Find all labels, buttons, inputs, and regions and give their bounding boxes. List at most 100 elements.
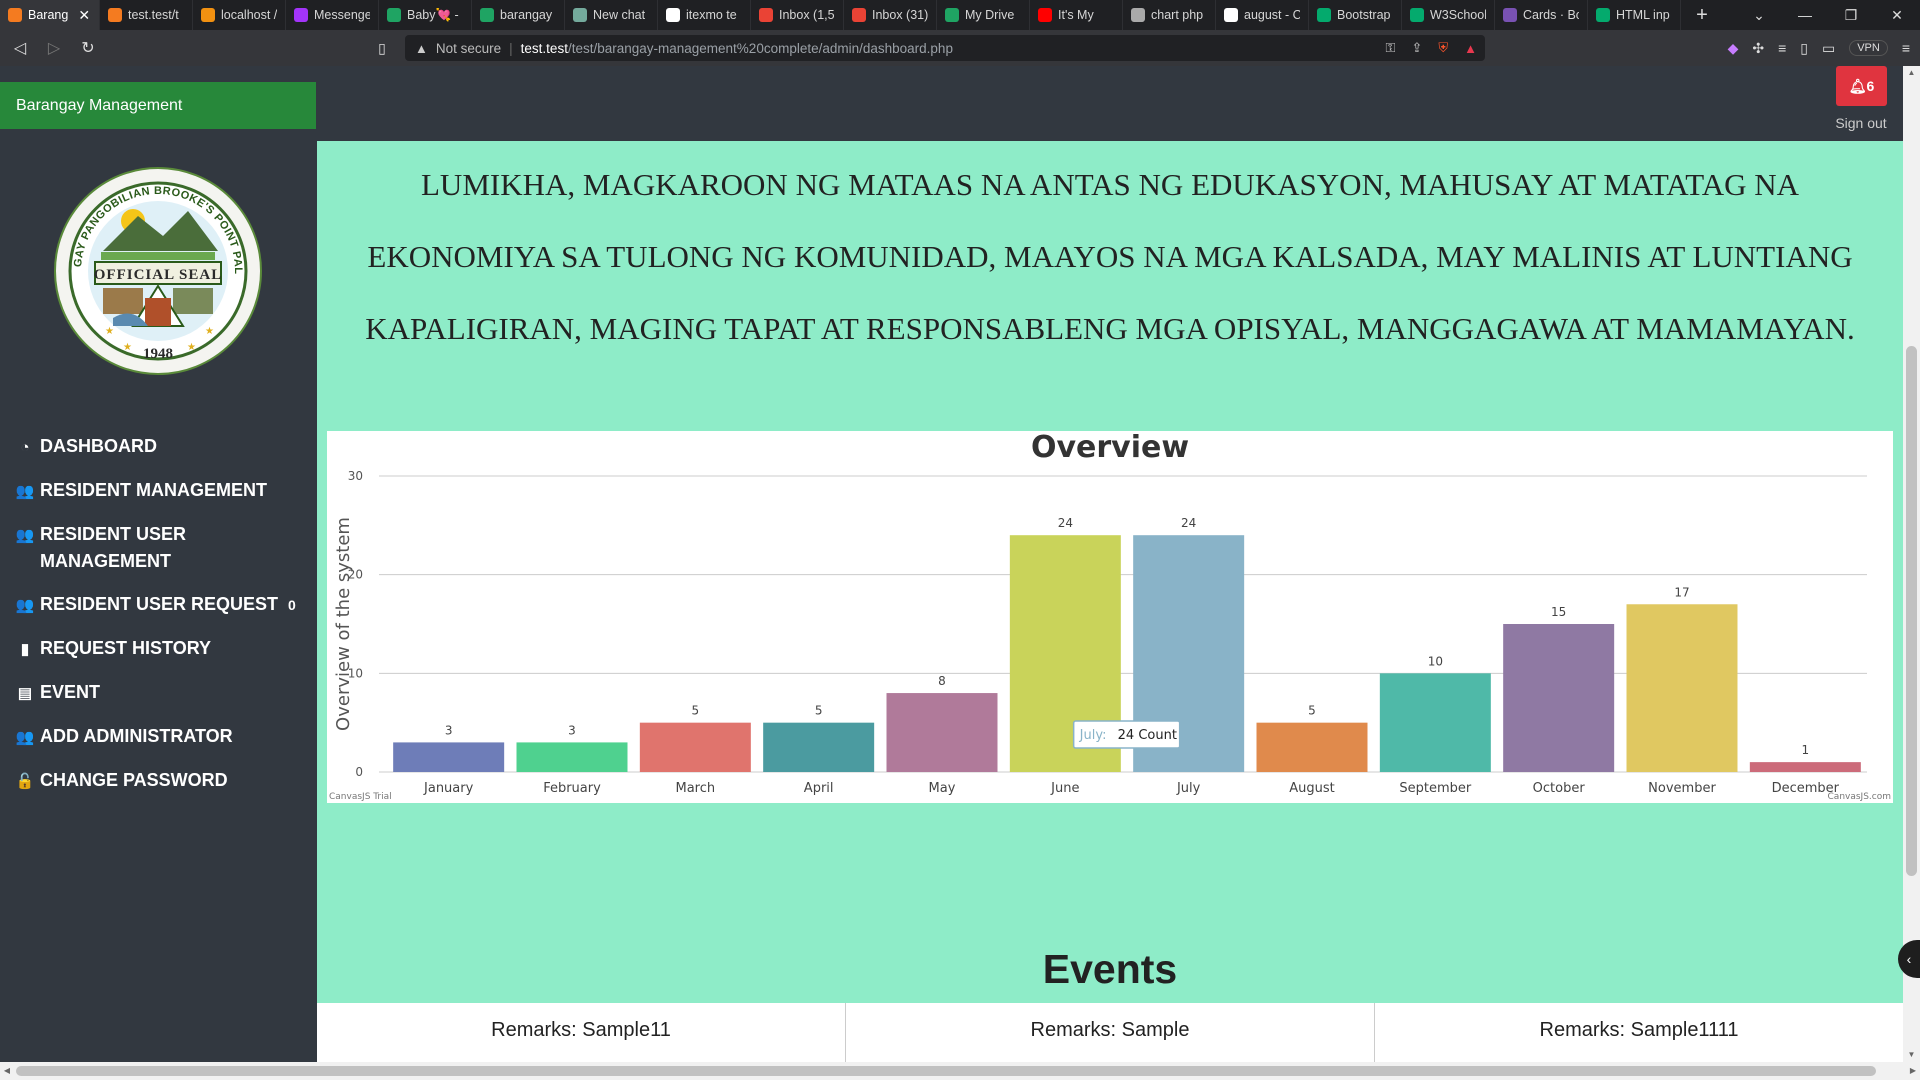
vertical-scroll-thumb[interactable]	[1906, 346, 1917, 876]
sidebar-item-resident-management[interactable]: 👥 RESIDENT MANAGEMENT	[15, 477, 310, 505]
warning-icon[interactable]: ▲	[415, 41, 428, 56]
data-label: 3	[445, 723, 453, 737]
browser-tab[interactable]: Inbox (31)	[844, 0, 937, 30]
extensions-icon[interactable]: ✣	[1752, 40, 1764, 57]
browser-tab[interactable]: My Drive	[937, 0, 1030, 30]
scroll-down-icon[interactable]: ▼	[1903, 1048, 1920, 1062]
tab-title: HTML inp	[1616, 8, 1670, 22]
browser-tab[interactable]: HTML inp	[1588, 0, 1681, 30]
brave-shield-icon[interactable]: ⛨	[1438, 40, 1448, 56]
tab-title: It's My	[1058, 8, 1094, 22]
vpn-button[interactable]: VPN	[1849, 40, 1888, 56]
horizontal-scrollbar[interactable]: ◀ ▶	[0, 1062, 1920, 1080]
chatgpt-icon	[573, 8, 587, 22]
file-icon: ▮	[20, 641, 30, 658]
new-tab-button[interactable]: +	[1687, 4, 1717, 27]
tab-title: Inbox (1,5	[779, 8, 835, 22]
brand-title[interactable]: Barangay Management	[0, 82, 316, 129]
w3schools-icon	[1410, 8, 1424, 22]
minimize-icon[interactable]: —	[1782, 0, 1828, 30]
data-label: 17	[1674, 585, 1689, 599]
sidebar-item-dashboard[interactable]: ◔ DASHBOARD	[15, 433, 310, 461]
sidebar-item-label: RESIDENT USER MANAGEMENT	[40, 524, 187, 571]
xampp-icon	[8, 8, 22, 22]
scroll-right-icon[interactable]: ▶	[1906, 1062, 1920, 1080]
forward-icon[interactable]: ▷	[40, 34, 68, 62]
back-icon[interactable]: ◁	[6, 34, 34, 62]
menu-icon[interactable]: ≡	[1902, 40, 1910, 56]
horizontal-scroll-thumb[interactable]	[16, 1066, 1876, 1076]
browser-tab[interactable]: Inbox (1,5	[751, 0, 844, 30]
sidebar-item-resident-user-management[interactable]: 👥 RESIDENT USER MANAGEMENT	[15, 521, 310, 575]
scroll-left-icon[interactable]: ◀	[0, 1062, 14, 1080]
sidebar-menu: ◔ DASHBOARD 👥 RESIDENT MANAGEMENT 👥 RESIDENT …	[15, 433, 310, 811]
reload-icon[interactable]: ↻	[74, 34, 102, 62]
data-label: 5	[815, 704, 823, 718]
event-card[interactable]: Remarks: Sample1111	[1375, 1003, 1903, 1062]
browser-tab[interactable]: Cards · Bo	[1495, 0, 1588, 30]
close-window-icon[interactable]: ✕	[1874, 0, 1920, 30]
color-extension-icon[interactable]: ◆	[1728, 40, 1739, 57]
bar	[1256, 722, 1368, 772]
restore-icon[interactable]: ❐	[1828, 0, 1874, 30]
tab-search-icon[interactable]: ⌄	[1736, 0, 1782, 30]
official-seal-logo: BARANGAY PANGOBILIAN BROOKE'S POINT PALA…	[48, 157, 263, 381]
globe-icon	[1131, 8, 1145, 22]
tab-title: Barang	[28, 8, 69, 22]
sidebar-item-resident-user-request[interactable]: 👥 RESIDENT USER REQUEST 0	[15, 591, 310, 619]
browser-tab[interactable]: itexmo te	[658, 0, 751, 30]
svg-text:★: ★	[205, 326, 214, 337]
browser-tab[interactable]: New chat	[565, 0, 658, 30]
browser-tab[interactable]: W3School	[1402, 0, 1495, 30]
vertical-scrollbar[interactable]: ▲ ▼	[1903, 66, 1920, 1062]
sidebar-item-event[interactable]: ▤ EVENT	[15, 679, 310, 707]
browser-tab[interactable]: localhost /	[193, 0, 286, 30]
event-card[interactable]: Remarks: Sample11	[317, 1003, 846, 1062]
share-icon[interactable]: ⇪	[1411, 40, 1422, 56]
tab-title: New chat	[593, 8, 646, 22]
drive-icon	[945, 8, 959, 22]
main-content: LUMIKHA, MAGKAROON NG MATAAS NA ANTAS NG…	[317, 141, 1903, 1062]
browser-tab[interactable]: Barang ✕	[0, 0, 100, 30]
browser-tab[interactable]: Bootstrap	[1309, 0, 1402, 30]
sidebar-item-request-history[interactable]: ▮ REQUEST HISTORY	[15, 635, 310, 663]
y-tick-label: 0	[355, 765, 363, 779]
browser-tab[interactable]: chart php	[1123, 0, 1216, 30]
wallet-icon[interactable]: ▭	[1822, 40, 1835, 57]
browser-tab[interactable]: It's My	[1030, 0, 1123, 30]
address-bar[interactable]: ▲ Not secure | test.test/test/barangay-m…	[405, 35, 1485, 61]
sidebar-item-change-password[interactable]: 🔓 CHANGE PASSWORD	[15, 767, 310, 795]
browser-tab[interactable]: august - C	[1216, 0, 1309, 30]
svg-text:★: ★	[187, 342, 196, 353]
browser-tab[interactable]: Messenge	[286, 0, 379, 30]
event-card[interactable]: Remarks: Sample	[846, 1003, 1375, 1062]
window-controls: ⌄ — ❐ ✕	[1736, 0, 1920, 30]
x-tick-label: August	[1289, 781, 1335, 796]
sign-out-link[interactable]: Sign out	[1830, 115, 1892, 131]
drive-icon	[387, 8, 401, 22]
chart-credit: CanvasJS.com	[1828, 792, 1891, 802]
browser-tab[interactable]: test.test/t	[100, 0, 193, 30]
security-label[interactable]: Not secure	[436, 41, 501, 56]
playlist-icon[interactable]: ≡	[1778, 40, 1786, 56]
bookmark-icon[interactable]: ▯	[372, 34, 392, 62]
sidebar-item-label: CHANGE PASSWORD	[40, 770, 228, 790]
browser-toolbar: ◁ ▷ ↻ ▯ ▲ Not secure | test.test/test/ba…	[0, 30, 1920, 66]
notification-button[interactable]: 🔔︎ 6	[1836, 66, 1887, 106]
brave-rewards-icon[interactable]: ▲	[1464, 41, 1477, 56]
tab-title: Baby💘 -	[407, 7, 459, 22]
scroll-up-icon[interactable]: ▲	[1903, 66, 1920, 80]
google-icon	[1224, 8, 1238, 22]
browser-tab[interactable]: Baby💘 -	[379, 0, 472, 30]
sidebar-toggle-icon[interactable]: ▯	[1800, 40, 1808, 57]
key-icon[interactable]: ⚿	[1386, 40, 1396, 56]
close-tab-icon[interactable]: ✕	[78, 7, 90, 24]
bar	[886, 693, 998, 772]
drive-icon	[480, 8, 494, 22]
dashboard-icon: ◔	[20, 439, 30, 456]
sidebar-item-add-administrator[interactable]: 👥 ADD ADMINISTRATOR	[15, 723, 310, 751]
url-path: /test/barangay-management%20complete/adm…	[567, 40, 953, 56]
browser-tab[interactable]: barangay	[472, 0, 565, 30]
x-tick-label: November	[1648, 781, 1716, 796]
tab-title: barangay	[500, 8, 553, 22]
